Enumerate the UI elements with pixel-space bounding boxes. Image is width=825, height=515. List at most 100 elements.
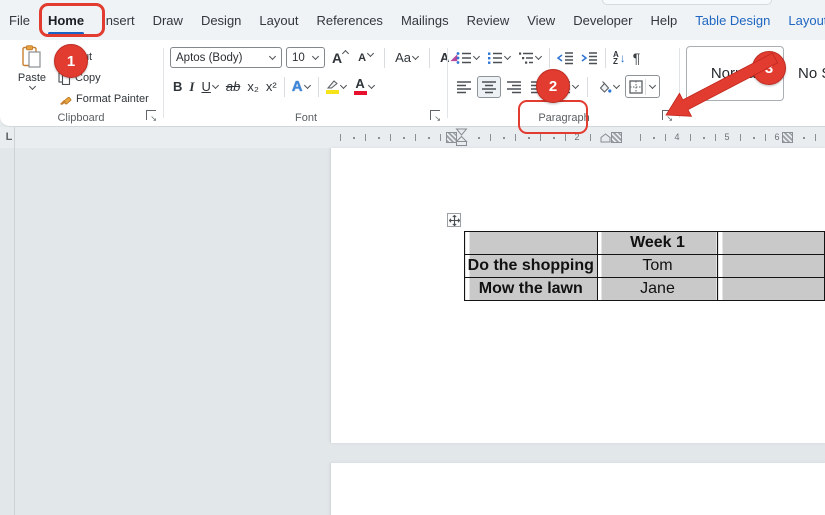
copy-button[interactable]: Copy <box>58 72 101 85</box>
align-center-button[interactable] <box>477 76 501 98</box>
line-spacing-button[interactable] <box>551 76 582 98</box>
document-page-2[interactable] <box>330 463 825 515</box>
borders-grid-icon <box>629 80 643 94</box>
table-move-handle[interactable] <box>447 213 461 227</box>
increase-indent-button[interactable] <box>578 47 601 69</box>
sort-arrow-icon: ↓ <box>620 51 626 65</box>
style-no-spacing[interactable]: No S <box>798 65 825 82</box>
bullets-icon <box>456 51 472 65</box>
line-spacing-icon <box>554 80 571 94</box>
tab-table-design[interactable]: Table Design <box>686 0 779 40</box>
copy-label: Copy <box>75 72 101 84</box>
tab-review[interactable]: Review <box>458 0 519 40</box>
increase-indent-icon <box>581 51 598 65</box>
cut-label: Cut <box>75 51 92 63</box>
ribbon-tab-bar: File Home Insert Draw Design Layout Refe… <box>0 0 825 40</box>
paragraph-group: AZ ↓ ¶ <box>450 40 678 127</box>
justify-button[interactable] <box>527 76 549 98</box>
tab-file[interactable]: File <box>0 0 39 40</box>
table-column-marker[interactable] <box>782 132 793 143</box>
bullets-button[interactable] <box>453 47 483 69</box>
tab-references[interactable]: References <box>307 0 391 40</box>
decrease-caret-icon <box>367 50 374 57</box>
font-dialog-launcher[interactable] <box>430 110 440 120</box>
styles-group: Normal No S <box>682 40 825 127</box>
tab-developer[interactable]: Developer <box>564 0 641 40</box>
sort-button[interactable]: AZ ↓ <box>610 47 629 69</box>
font-name-combobox[interactable]: Aptos (Body) <box>170 47 282 68</box>
copy-icon <box>58 72 71 85</box>
cut-button[interactable]: Cut <box>58 51 92 64</box>
divider <box>605 48 606 68</box>
tab-mailings[interactable]: Mailings <box>392 0 458 40</box>
align-right-button[interactable] <box>503 76 525 98</box>
paragraph-dialog-launcher[interactable] <box>662 110 672 120</box>
font-size-chevron-icon <box>312 53 319 60</box>
italic-button[interactable]: I <box>186 76 197 98</box>
text-effects-chevron-icon <box>304 82 311 89</box>
align-right-icon <box>506 80 522 94</box>
table-cell[interactable] <box>718 232 825 255</box>
multilevel-chevron-icon <box>535 53 542 60</box>
decrease-font-size-button[interactable]: A <box>355 47 377 69</box>
document-page-1[interactable]: Week 1 Do the shopping Tom Mow the lawn … <box>330 148 825 443</box>
font-color-button[interactable]: A <box>351 76 378 98</box>
paste-button[interactable]: Paste <box>12 45 52 107</box>
paragraph-group-label: Paragraph <box>450 112 678 124</box>
tab-table-layout[interactable]: Layout <box>779 0 825 40</box>
bold-button[interactable]: B <box>170 76 185 98</box>
format-painter-button[interactable]: Format Painter <box>58 93 149 106</box>
tab-view[interactable]: View <box>518 0 564 40</box>
tab-insert[interactable]: Insert <box>93 0 144 40</box>
tab-home[interactable]: Home <box>39 0 93 40</box>
shading-button[interactable] <box>593 76 623 98</box>
multilevel-list-button[interactable] <box>515 47 545 69</box>
font-group-label: Font <box>166 112 446 124</box>
borders-chevron-icon <box>649 82 656 89</box>
format-painter-label: Format Painter <box>76 93 149 105</box>
tab-draw[interactable]: Draw <box>144 0 192 40</box>
tab-layout[interactable]: Layout <box>250 0 307 40</box>
move-arrows-icon <box>449 215 460 226</box>
table-cell-task[interactable]: Mow the lawn <box>465 278 598 301</box>
paste-clipboard-icon <box>22 45 42 69</box>
subscript-button[interactable]: x₂ <box>244 76 262 98</box>
table-cell[interactable] <box>465 232 598 255</box>
superscript-button[interactable]: x² <box>263 76 280 98</box>
underline-chevron-icon <box>212 82 219 89</box>
underline-button[interactable]: U <box>198 76 221 98</box>
borders-button[interactable] <box>625 75 660 98</box>
decrease-indent-icon <box>557 51 574 65</box>
table-cell-week1[interactable]: Week 1 <box>597 232 718 255</box>
clipboard-group-label: Clipboard <box>0 112 162 124</box>
format-painter-brush-icon <box>58 93 72 106</box>
right-indent-marker[interactable] <box>600 133 611 143</box>
numbering-button[interactable] <box>484 47 514 69</box>
style-normal[interactable]: Normal <box>686 46 784 101</box>
table-row: Do the shopping Tom <box>465 255 825 278</box>
font-size-combobox[interactable]: 10 <box>286 47 325 68</box>
decrease-indent-button[interactable] <box>554 47 577 69</box>
paint-bucket-icon <box>596 80 612 94</box>
show-hide-pilcrow-button[interactable]: ¶ <box>630 47 644 69</box>
table-cell-task[interactable]: Do the shopping <box>465 255 598 278</box>
text-effects-button[interactable]: A <box>289 76 314 98</box>
indent-markers[interactable] <box>455 128 468 147</box>
strikethrough-button[interactable]: ab <box>223 76 243 98</box>
paste-dropdown-chevron-icon[interactable] <box>29 83 36 90</box>
align-left-button[interactable] <box>453 76 475 98</box>
ribbon: Paste Cut Copy <box>0 40 825 127</box>
clipboard-dialog-launcher[interactable] <box>146 110 156 120</box>
table-cell[interactable] <box>718 255 825 278</box>
tab-design[interactable]: Design <box>192 0 250 40</box>
increase-font-size-button[interactable]: A <box>329 47 351 69</box>
change-case-button[interactable]: Aa <box>392 47 422 69</box>
table-cell[interactable] <box>718 278 825 301</box>
tab-help[interactable]: Help <box>641 0 686 40</box>
table-cell[interactable]: Tom <box>597 255 718 278</box>
line-spacing-chevron-icon <box>572 82 579 89</box>
table-column-marker[interactable] <box>611 132 622 143</box>
text-highlight-button[interactable] <box>323 76 350 98</box>
font-name-value: Aptos (Body) <box>176 52 242 64</box>
table-cell[interactable]: Jane <box>597 278 718 301</box>
